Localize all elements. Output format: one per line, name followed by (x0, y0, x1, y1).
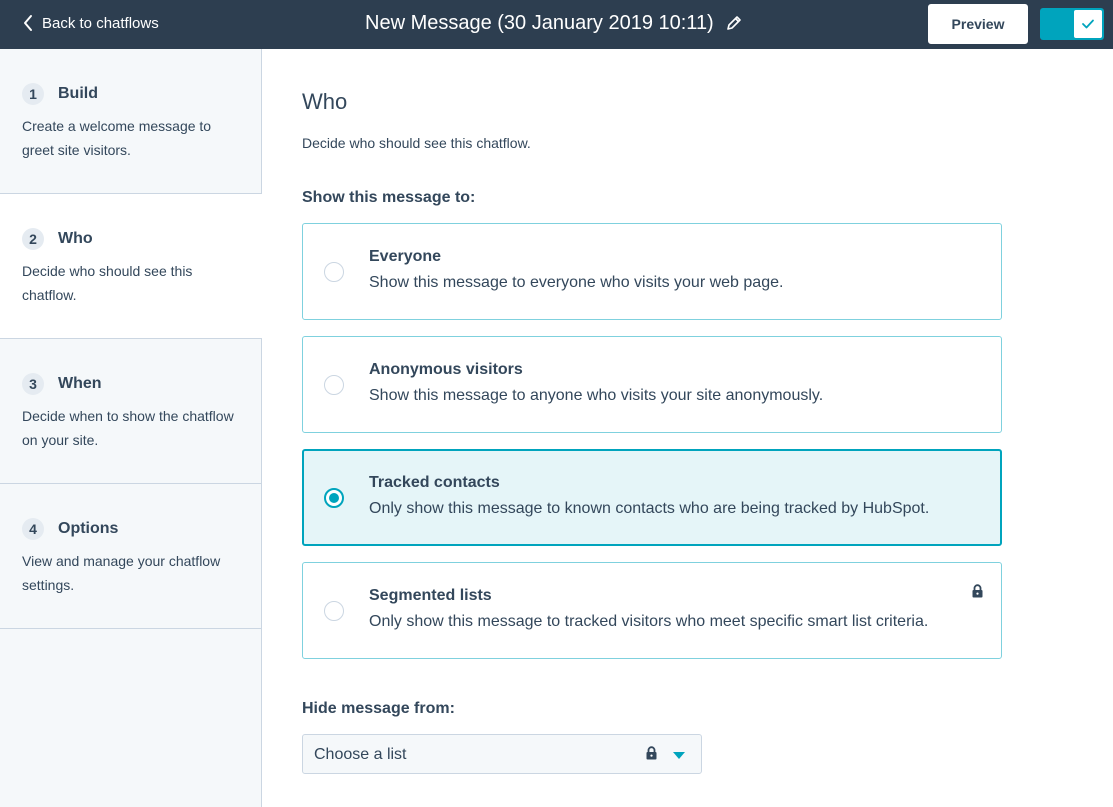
hide-list-select[interactable]: Choose a list (302, 734, 702, 774)
back-to-chatflows-link[interactable]: Back to chatflows (22, 0, 159, 46)
option-title: Tracked contacts (369, 474, 500, 491)
option-segmented-lists[interactable]: Segmented lists Only show this message t… (302, 562, 1002, 659)
option-title: Anonymous visitors (369, 361, 523, 378)
caret-down-icon[interactable] (673, 752, 685, 759)
pencil-icon[interactable] (726, 15, 742, 31)
option-description: Only show this message to known contacts… (369, 500, 930, 517)
select-value: Choose a list (314, 746, 407, 763)
back-link-label: Back to chatflows (42, 14, 159, 32)
step-description: Create a welcome message to greet site v… (22, 118, 212, 158)
radio-button[interactable] (324, 601, 344, 621)
show-message-label: Show this message to: (302, 189, 476, 206)
step-title: Who (58, 230, 93, 247)
option-tracked-contacts[interactable]: Tracked contacts Only show this message … (302, 449, 1002, 546)
page-title: New Message (30 January 2019 10:11) (365, 11, 714, 34)
option-anonymous-visitors[interactable]: Anonymous visitors Show this message to … (302, 336, 1002, 433)
radio-button[interactable] (324, 375, 344, 395)
hide-message-label: Hide message from: (302, 700, 455, 717)
steps-sidebar: 1 Build Create a welcome message to gree… (0, 49, 262, 807)
step-title: Build (58, 85, 98, 102)
option-description: Show this message to anyone who visits y… (369, 387, 824, 404)
top-bar: Back to chatflows New Message (30 Januar… (0, 0, 1113, 49)
option-description: Show this message to everyone who visits… (369, 274, 784, 291)
step-title: When (58, 375, 102, 392)
step-number: 3 (22, 373, 44, 395)
radio-button-selected[interactable] (324, 488, 344, 508)
step-number: 1 (22, 83, 44, 105)
chevron-left-icon (24, 15, 32, 31)
lock-icon (972, 584, 983, 598)
option-title: Segmented lists (369, 587, 492, 604)
step-title: Options (58, 520, 119, 537)
check-icon (1082, 19, 1094, 29)
toggle-knob (1074, 10, 1102, 38)
step-options[interactable]: 4 Options View and manage your chatflow … (0, 484, 262, 629)
title-area: New Message (30 January 2019 10:11) (365, 0, 742, 46)
option-title: Everyone (369, 248, 442, 265)
radio-button[interactable] (324, 262, 344, 282)
option-description: Only show this message to tracked visito… (369, 613, 929, 630)
enable-toggle[interactable] (1040, 8, 1104, 40)
step-number: 4 (22, 518, 44, 540)
section-title: Who (302, 89, 348, 114)
step-number: 2 (22, 228, 44, 250)
step-who[interactable]: 2 Who Decide who should see this chatflo… (0, 194, 262, 339)
step-build[interactable]: 1 Build Create a welcome message to gree… (0, 49, 262, 194)
option-everyone[interactable]: Everyone Show this message to everyone w… (302, 223, 1002, 320)
lock-icon (646, 746, 657, 760)
step-when[interactable]: 3 When Decide when to show the chatflow … (0, 339, 262, 484)
step-description: Decide who should see this chatflow. (22, 263, 193, 303)
preview-button[interactable]: Preview (928, 4, 1028, 44)
step-description: View and manage your chatflow settings. (22, 553, 221, 593)
section-description: Decide who should see this chatflow. (302, 135, 531, 151)
step-description: Decide when to show the chatflow on your… (22, 408, 234, 448)
